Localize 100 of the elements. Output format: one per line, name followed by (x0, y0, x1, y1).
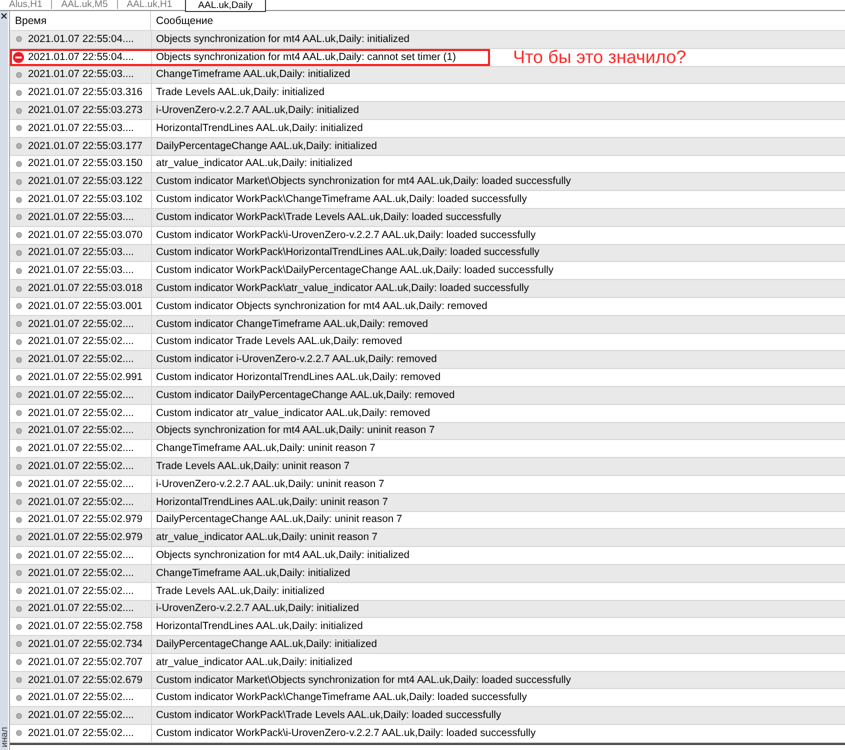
tab[interactable]: Alus,H1 (0, 0, 52, 10)
log-row[interactable]: 2021.01.07 22:55:02.734 DailyPercentageChange AAL.uk,Daily: initialized (10, 636, 845, 654)
status-dot-icon (16, 428, 22, 434)
log-message: Custom indicator WorkPack\i-UrovenZero-v.2.2.7 AAL.uk,Daily: loaded successfully (156, 728, 536, 739)
log-row[interactable]: 2021.01.07 22:55:02.991 Custom indicator HorizontalTrendLines AAL.uk,Daily: removed (10, 369, 845, 387)
log-message: Custom indicator ChangeTimeframe AAL.uk,Daily: removed (156, 318, 428, 330)
log-time: 2021.01.07 22:55:03.001 (28, 300, 143, 312)
log-row[interactable]: 2021.01.07 22:55:02.... Custom indicator WorkPack\ChangeTimeframe AAL.uk,Daily: loaded successfully (10, 689, 845, 708)
log-time: 2021.01.07 22:55:02.991 (28, 372, 143, 384)
log-row[interactable]: 2021.01.07 22:55:03.... ChangeTimeframe AAL.uk,Daily: initialized (10, 66, 845, 84)
status-dot-icon (16, 659, 22, 666)
status-dot-icon (16, 641, 22, 648)
log-message: Custom indicator Objects synchronization for mt4 AAL.uk,Daily: removed (156, 300, 488, 312)
log-row[interactable]: 2021.01.07 22:55:03.... Custom indicator WorkPack\HorizontalTrendLines AAL.uk,Daily: loaded successfully (10, 244, 845, 262)
status-dot-icon (16, 712, 22, 719)
log-row[interactable]: 2021.01.07 22:55:03.122 Custom indicator Market\Objects synchronization for mt4 AAL.uk,Daily: loaded successfully (10, 173, 845, 192)
log-row[interactable]: 2021.01.07 22:55:02.... Custom indicator i-UrovenZero-v.2.2.7 AAL.uk,Daily: removed (10, 351, 845, 370)
log-message: ChangeTimeframe AAL.uk,Daily: initialized (156, 568, 350, 579)
log-row[interactable]: 2021.01.07 22:55:03.316 Trade Levels AAL.uk,Daily: initialized (10, 84, 845, 102)
tab[interactable]: AAL.uk,Daily (185, 0, 266, 12)
log-row[interactable]: 2021.01.07 22:55:02.... Custom indicator Trade Levels AAL.uk,Daily: removed (10, 334, 845, 352)
log-time: 2021.01.07 22:55:03.122 (28, 176, 143, 188)
log-row[interactable]: 2021.01.07 22:55:03.... Custom indicator WorkPack\DailyPercentageChange AAL.uk,Daily: loaded successfully (10, 262, 845, 280)
log-message: HorizontalTrendLines AAL.uk,Daily: initialized (156, 122, 363, 134)
log-row[interactable]: 2021.01.07 22:55:03.102 Custom indicator WorkPack\ChangeTimeframe AAL.uk,Daily: loaded successfully (10, 191, 845, 209)
log-time: 2021.01.07 22:55:02.... (28, 318, 134, 330)
log-row[interactable]: 2021.01.07 22:55:03.... HorizontalTrendLines AAL.uk,Daily: initialized (10, 120, 845, 138)
log-row[interactable]: 2021.01.07 22:55:03.... Custom indicator WorkPack\Trade Levels AAL.uk,Daily: loaded successfully (10, 208, 845, 227)
log-row[interactable]: 2021.01.07 22:55:02.... Custom indicator DailyPercentageChange AAL.uk,Daily: removed (10, 386, 845, 405)
log-row[interactable]: 2021.01.07 22:55:03.150 atr_value_indicator AAL.uk,Daily: initialized (10, 156, 845, 174)
log-row[interactable]: 2021.01.07 22:55:02.... ChangeTimeframe AAL.uk,Daily: uninit reason 7 (10, 440, 845, 458)
column-header[interactable]: Сообщение (151, 11, 845, 31)
log-row[interactable]: 2021.01.07 22:55:03.001 Custom indicator Objects synchronization for mt4 AAL.uk,Daily: removed (10, 298, 845, 316)
tab[interactable]: AAL.uk,H1 (118, 0, 182, 10)
status-dot-icon (16, 143, 22, 150)
log-row[interactable]: 2021.01.07 22:55:04.... Objects synchronization for mt4 AAL.uk,Daily: cannot set timer (1) Что бы это значило? (10, 48, 845, 67)
log-time: 2021.01.07 22:55:02.... (28, 443, 134, 454)
status-dot-icon (16, 624, 22, 630)
log-row[interactable]: 2021.01.07 22:55:02.679 Custom indicator Market\Objects synchronization for mt4 AAL.uk,Daily: loaded successfully (10, 672, 845, 690)
log-row[interactable]: 2021.01.07 22:55:02.... Custom indicator ChangeTimeframe AAL.uk,Daily: removed (10, 316, 845, 334)
log-message: Custom indicator Market\Objects synchronization for mt4 AAL.uk,Daily: loaded successfully (156, 176, 571, 188)
status-dot-icon (16, 446, 22, 452)
log-row[interactable]: 2021.01.07 22:55:02.... ChangeTimeframe AAL.uk,Daily: initialized (10, 564, 845, 583)
log-message: Custom indicator WorkPack\HorizontalTrendLines AAL.uk,Daily: loaded successfully (156, 247, 540, 258)
status-dot-icon (16, 356, 22, 363)
status-dot-icon (16, 499, 22, 506)
status-dot-icon (16, 232, 22, 238)
log-row[interactable]: 2021.01.07 22:55:03.070 Custom indicator WorkPack\i-UrovenZero-v.2.2.7 AAL.uk,Daily: loaded successfully (10, 226, 845, 245)
log-message: Custom indicator atr_value_indicator AAL.uk,Daily: removed (156, 408, 430, 419)
log-row[interactable]: 2021.01.07 22:55:02.... Trade Levels AAL.uk,Daily: initialized (10, 582, 845, 600)
log-row[interactable]: 2021.01.07 22:55:02.... Trade Levels AAL.uk,Daily: uninit reason 7 (10, 458, 845, 476)
log-row[interactable]: 2021.01.07 22:55:02.... Custom indicator atr_value_indicator AAL.uk,Daily: removed (10, 404, 845, 423)
log-time: 2021.01.07 22:55:02.... (28, 425, 134, 436)
log-message: Custom indicator i-UrovenZero-v.2.2.7 AAL.uk,Daily: removed (156, 354, 437, 366)
log-message: Objects synchronization for mt4 AAL.uk,Daily: uninit reason 7 (156, 425, 435, 436)
tab[interactable]: AAL.uk,M5 (52, 0, 117, 10)
log-time: 2021.01.07 22:55:03.... (28, 247, 134, 258)
log-time: 2021.01.07 22:55:03.018 (28, 283, 143, 294)
log-message: Custom indicator Market\Objects synchronization for mt4 AAL.uk,Daily: loaded successfully (156, 674, 571, 686)
log-time: 2021.01.07 22:55:02.679 (28, 674, 143, 686)
log-message: ChangeTimeframe AAL.uk,Daily: initialized (156, 69, 350, 80)
log-row[interactable]: 2021.01.07 22:55:02.... Objects synchronization for mt4 AAL.uk,Daily: initialized (10, 547, 845, 565)
log-time: 2021.01.07 22:55:03.150 (28, 158, 143, 170)
status-dot-icon (16, 250, 22, 256)
log-row[interactable]: 2021.01.07 22:55:02.... i-UrovenZero-v.2.2.7 AAL.uk,Daily: initialized (10, 600, 845, 618)
status-dot-icon (16, 694, 22, 701)
log-time: 2021.01.07 22:55:03.070 (28, 230, 143, 241)
log-time: 2021.01.07 22:55:03.102 (28, 194, 143, 206)
log-message: Custom indicator Trade Levels AAL.uk,Daily: removed (156, 336, 402, 348)
log-row[interactable]: 2021.01.07 22:55:02.... i-UrovenZero-v.2.2.7 AAL.uk,Daily: uninit reason 7 (10, 476, 845, 494)
status-dot-icon (16, 321, 22, 328)
status-dot-icon (16, 481, 22, 488)
log-message: HorizontalTrendLines AAL.uk,Daily: uninit reason 7 (156, 496, 388, 508)
log-row[interactable]: 2021.01.07 22:55:02.979 atr_value_indicator AAL.uk,Daily: uninit reason 7 (10, 529, 845, 548)
status-dot-icon (16, 570, 22, 576)
log-row[interactable]: 2021.01.07 22:55:04.... Objects synchronization for mt4 AAL.uk,Daily: initialized (10, 31, 845, 49)
log-row[interactable]: 2021.01.07 22:55:03.177 DailyPercentageChange AAL.uk,Daily: initialized (10, 138, 845, 156)
status-dot-icon (16, 534, 22, 541)
status-dot-icon (16, 108, 22, 114)
status-dot-icon (16, 588, 22, 594)
close-icon[interactable] (1, 13, 7, 19)
log-row[interactable]: 2021.01.07 22:55:03.018 Custom indicator WorkPack\atr_value_indicator AAL.uk,Daily: loaded successfully (10, 280, 845, 298)
log-row[interactable]: 2021.01.07 22:55:02.... Custom indicator WorkPack\i-UrovenZero-v.2.2.7 AAL.uk,Daily: loaded successfully (10, 725, 845, 743)
log-time: 2021.01.07 22:55:03.... (28, 265, 134, 276)
log-message: Custom indicator WorkPack\Trade Levels AAL.uk,Daily: loaded successfully (156, 710, 502, 722)
log-row[interactable]: 2021.01.07 22:55:02.979 DailyPercentageChange AAL.uk,Daily: uninit reason 7 (10, 512, 845, 530)
log-message: DailyPercentageChange AAL.uk,Daily: initialized (156, 638, 377, 650)
log-row[interactable]: 2021.01.07 22:55:02.758 HorizontalTrendLines AAL.uk,Daily: initialized (10, 618, 845, 636)
log-time: 2021.01.07 22:55:02.... (28, 461, 134, 472)
log-message: atr_value_indicator AAL.uk,Daily: uninit reason 7 (156, 532, 378, 544)
log-time: 2021.01.07 22:55:03.... (28, 69, 134, 80)
log-row[interactable]: 2021.01.07 22:55:02.... Objects synchronization for mt4 AAL.uk,Daily: uninit reason 7 (10, 422, 845, 440)
log-time: 2021.01.07 22:55:02.... (28, 586, 134, 597)
log-message: Custom indicator WorkPack\ChangeTimeframe AAL.uk,Daily: loaded successfully (156, 194, 527, 206)
log-row[interactable]: 2021.01.07 22:55:02.707 atr_value_indicator AAL.uk,Daily: initialized (10, 654, 845, 672)
log-time: 2021.01.07 22:55:02.979 (28, 532, 143, 544)
log-row[interactable]: 2021.01.07 22:55:03.273 i-UrovenZero-v.2.2.7 AAL.uk,Daily: initialized (10, 102, 845, 120)
log-row[interactable]: 2021.01.07 22:55:02.... Custom indicator WorkPack\Trade Levels AAL.uk,Daily: loaded successfully (10, 707, 845, 726)
log-row[interactable]: 2021.01.07 22:55:02.... HorizontalTrendLines AAL.uk,Daily: uninit reason 7 (10, 494, 845, 512)
status-dot-icon (16, 286, 22, 292)
